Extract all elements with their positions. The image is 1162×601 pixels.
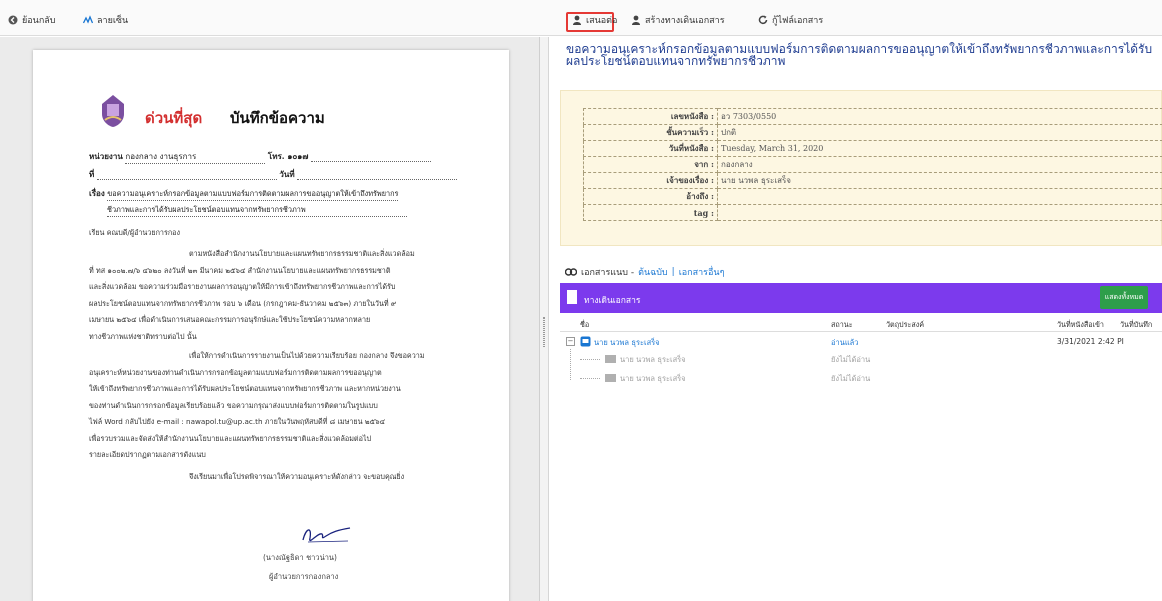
- info-row: เจ้าของเรื่อง : นาย นวพล ธุระเสร็จ: [583, 172, 1162, 189]
- memo-title: บันทึกข้อความ: [230, 109, 325, 127]
- number-row: ที่ วันที่: [89, 168, 458, 181]
- signer-name: (นางณัฐธิดา ชาวน่าน): [263, 553, 337, 562]
- subject-label: เรื่อง: [89, 188, 105, 198]
- link-icon: [565, 268, 577, 276]
- attachments-label: เอกสารแนบ -: [581, 268, 635, 278]
- subject-line-2: ชีวภาพและการได้รับผลประโยชน์ตอบแทนจากทรั…: [107, 205, 407, 217]
- signature-icon: [83, 15, 93, 24]
- tree-connector: [580, 378, 600, 379]
- create-route-button[interactable]: สร้างทางเดินเอกสาร: [631, 13, 725, 27]
- signature-button[interactable]: ลายเซ็น: [83, 13, 128, 27]
- top-toolbar: ย้อนกลับ ลายเซ็น เสนอต่อ สร้างทางเดินเอก…: [0, 0, 1162, 36]
- to-line: เรียน คณบดี/ผู้อำนวยการกอง: [89, 228, 181, 237]
- propose-label: เสนอต่อ: [586, 16, 618, 26]
- tree-connector: [580, 359, 600, 360]
- number-label: ที่: [89, 169, 95, 179]
- tel-underline: [310, 152, 431, 162]
- inbox-icon: [580, 336, 591, 347]
- user-icon: [573, 15, 581, 25]
- back-arrow-icon: [8, 15, 18, 25]
- col-purpose[interactable]: วัตถุประสงค์: [886, 320, 924, 331]
- envelope-icon: [605, 374, 616, 382]
- subject-row-2: ชีวภาพและการได้รับผลประโยชน์ตอบแทนจากทรั…: [107, 205, 407, 217]
- date-label: วันที่: [279, 169, 295, 179]
- paragraph-2: เพื่อให้การดำเนินการรายงานเป็นไปด้วยความ…: [89, 351, 425, 459]
- urgency-stamp: ด่วนที่สุด: [145, 109, 203, 127]
- back-label: ย้อนกลับ: [22, 16, 56, 26]
- route-status: ยังไม่ได้อ่าน: [831, 374, 871, 383]
- salutation: เรียน คณบดี/ผู้อำนวยการกอง: [89, 225, 479, 242]
- user-icon: [632, 15, 640, 25]
- subject-line-1: ขอความอนุเคราะห์กรอกข้อมูลตามแบบฟอร์มการ…: [107, 189, 399, 201]
- restore-file-button[interactable]: กู้ไฟล์เอกสาร: [758, 13, 823, 27]
- info-row: tag :: [583, 204, 1162, 221]
- table-row[interactable]: นาย นวพล ธุระเสร็จ ยังไม่ได้อ่าน: [560, 370, 1162, 387]
- restore-file-label: กู้ไฟล์เอกสาร: [772, 16, 824, 26]
- collapse-icon[interactable]: −: [566, 337, 575, 346]
- route-name[interactable]: นาย นวพล ธุระเสร็จ: [620, 354, 686, 366]
- attachments-line: เอกสารแนบ - ต้นฉบับ | เอกสารอื่นๆ: [565, 265, 724, 279]
- handwritten-signature-icon: [302, 527, 351, 543]
- table-row[interactable]: − นาย นวพล ธุระเสร็จ อ่านแล้ว 3/31/2021 …: [560, 334, 1162, 351]
- signer-position: ผู้อำนวยการกองกลาง: [269, 572, 339, 581]
- original-link[interactable]: ต้นฉบับ: [638, 265, 668, 279]
- pane-splitter[interactable]: [540, 37, 549, 601]
- memo-document: ด่วนที่สุด บันทึกข้อความ หน่วยงาน กองกลา…: [33, 50, 509, 601]
- route-header: ทางเดินเอกสาร: [560, 283, 1162, 313]
- subject-row: เรื่อง ขอความอนุเคราะห์กรอกข้อมูลตามแบบฟ…: [89, 187, 399, 201]
- route-status: อ่านแล้ว: [831, 338, 859, 347]
- document-icon: [567, 290, 577, 304]
- agency-label: หน่วยงาน: [89, 151, 123, 161]
- splitter-grip-icon: [543, 317, 545, 347]
- table-row[interactable]: นาย นวพล ธุระเสร็จ ยังไม่ได้อ่าน: [560, 351, 1162, 368]
- tel-label: โทร. ๑๐๑๗: [267, 151, 309, 161]
- document-viewer[interactable]: ด่วนที่สุด บันทึกข้อความ หน่วยงาน กองกลา…: [0, 37, 540, 601]
- propose-button[interactable]: เสนอต่อ: [572, 13, 617, 27]
- route-grid-header: ชื่อ สถานะ วัตถุประสงค์ วันที่หนังสือเข้…: [560, 317, 1162, 332]
- paragraph-1: ตามหนังสือสำนักงานนโยบายและแผนทรัพยากรธร…: [89, 249, 415, 341]
- document-info-box: เลขหนังสือ : อว 7303/0550 ชั้นความเร็ว :ป…: [560, 90, 1162, 246]
- date-underline: [297, 170, 458, 180]
- col-status[interactable]: สถานะ: [831, 320, 853, 331]
- col-recorded[interactable]: วันที่บันทึก: [1120, 320, 1152, 331]
- info-row: ชั้นความเร็ว : ปกติ: [583, 124, 1162, 141]
- agency-row: หน่วยงาน กองกลาง งานธุรการ โทร. ๑๐๑๗: [89, 150, 431, 164]
- link-separator: |: [671, 267, 675, 277]
- closing: จึงเรียนมาเพื่อโปรดพิจารณาให้ความอนุเครา…: [189, 472, 405, 481]
- other-documents-link[interactable]: เอกสารอื่นๆ: [679, 265, 725, 279]
- refresh-icon: [758, 15, 768, 25]
- agency-value: กองกลาง งานธุรการ: [125, 150, 266, 164]
- detail-pane: ขอความอนุเคราะห์กรอกข้อมูลตามแบบฟอร์มการ…: [550, 37, 1162, 601]
- col-received[interactable]: วันที่หนังสือเข้า: [1057, 320, 1104, 331]
- info-row: วันที่หนังสือ : Tuesday, March 31, 2020: [583, 140, 1162, 157]
- signature-label: ลายเซ็น: [97, 16, 129, 26]
- document-info-table: เลขหนังสือ : อว 7303/0550 ชั้นความเร็ว :ป…: [583, 108, 1162, 221]
- number-underline: [96, 170, 277, 180]
- route-title: ทางเดินเอกสาร: [584, 296, 641, 306]
- back-button[interactable]: ย้อนกลับ: [8, 13, 56, 27]
- info-row: จาก : กองกลาง: [583, 156, 1162, 173]
- info-row: อ้างถึง :: [583, 188, 1162, 205]
- show-all-button[interactable]: แสดงทั้งหมด: [1100, 286, 1148, 309]
- route-received-date: 3/31/2021 2:42 PI: [1057, 337, 1124, 346]
- route-name[interactable]: นาย นวพล ธุระเสร็จ: [620, 373, 686, 385]
- route-status: ยังไม่ได้อ่าน: [831, 355, 871, 364]
- route-name[interactable]: นาย นวพล ธุระเสร็จ: [594, 337, 660, 349]
- detail-subject: ขอความอนุเคราะห์กรอกข้อมูลตามแบบฟอร์มการ…: [566, 42, 1153, 68]
- info-row: เลขหนังสือ : อว 7303/0550: [583, 108, 1162, 125]
- envelope-icon: [605, 355, 616, 363]
- col-name[interactable]: ชื่อ: [580, 320, 589, 331]
- create-route-label: สร้างทางเดินเอกสาร: [645, 16, 725, 26]
- university-logo-icon: [102, 95, 124, 127]
